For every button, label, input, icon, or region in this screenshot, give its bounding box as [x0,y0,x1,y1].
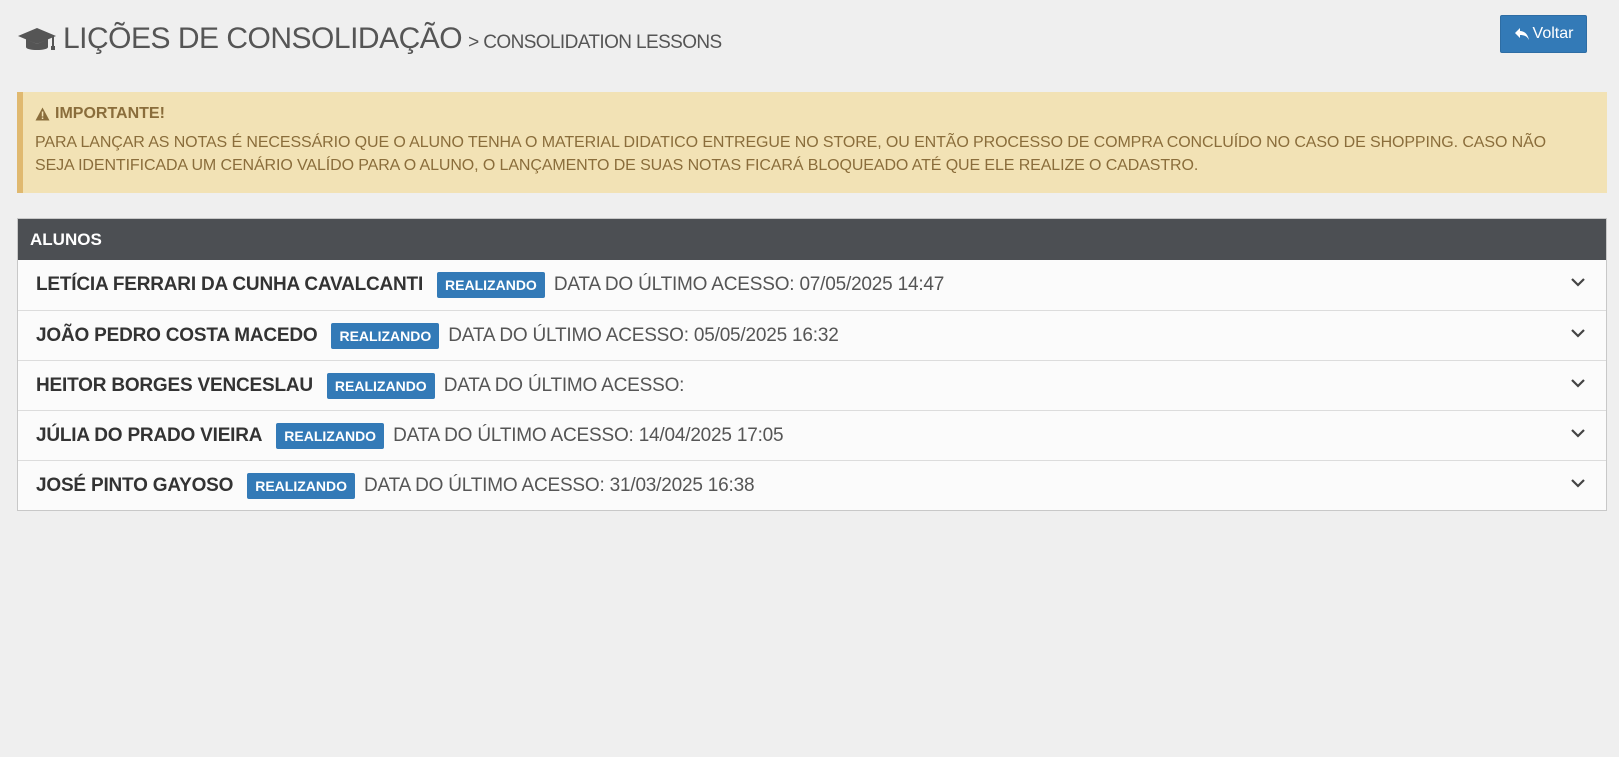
page-title: LIÇÕES DE CONSOLIDAÇÃO [63,22,463,55]
warning-icon [35,107,50,121]
student-row[interactable]: JOSÉ PINTO GAYOSO REALIZANDO DATA DO ÚLT… [18,460,1606,510]
status-badge: REALIZANDO [437,272,545,298]
reply-arrow-icon [1514,28,1529,40]
student-row[interactable]: HEITOR BORGES VENCESLAU REALIZANDO DATA … [18,360,1606,410]
students-panel-heading: ALUNOS [18,219,1606,260]
student-row[interactable]: JOÃO PEDRO COSTA MACEDO REALIZANDO DATA … [18,310,1606,360]
chevron-down-icon[interactable] [1570,327,1586,339]
chevron-down-icon[interactable] [1570,276,1586,288]
alert-message: PARA LANÇAR AS NOTAS É NECESSÁRIO QUE O … [35,134,1547,174]
alert-title-row: IMPORTANTE! [35,103,1589,125]
last-access-text: DATA DO ÚLTIMO ACESSO: 07/05/2025 14:47 [553,274,945,295]
student-name: HEITOR BORGES VENCESLAU [36,374,313,396]
chevron-down-icon[interactable] [1570,477,1586,489]
alert-title: IMPORTANTE! [55,105,165,122]
page-title-group: LIÇÕES DE CONSOLIDAÇÃO > CONSOLIDATION L… [17,22,722,56]
last-access-text: DATA DO ÚLTIMO ACESSO: 31/03/2025 16:38 [364,474,755,496]
important-alert: IMPORTANTE! PARA LANÇAR AS NOTAS É NECES… [17,92,1607,193]
chevron-down-icon[interactable] [1570,377,1586,389]
student-name: LETÍCIA FERRARI DA CUNHA CAVALCANTI [36,274,424,295]
status-badge: REALIZANDO [247,472,356,499]
student-row[interactable]: JÚLIA DO PRADO VIEIRA REALIZANDO DATA DO… [18,410,1606,460]
last-access-text: DATA DO ÚLTIMO ACESSO: [443,374,685,396]
page-header: LIÇÕES DE CONSOLIDAÇÃO > CONSOLIDATION L… [17,0,1602,92]
student-name: JOÃO PEDRO COSTA MACEDO [36,324,318,346]
status-badge: REALIZANDO [276,422,385,449]
students-list: LETÍCIA FERRARI DA CUNHA CAVALCANTI REAL… [18,260,1606,510]
student-row[interactable]: LETÍCIA FERRARI DA CUNHA CAVALCANTI REAL… [18,260,1606,310]
graduation-cap-icon [18,28,56,50]
last-access-text: DATA DO ÚLTIMO ACESSO: 14/04/2025 17:05 [393,424,784,446]
chevron-down-icon[interactable] [1570,427,1586,439]
last-access-text: DATA DO ÚLTIMO ACESSO: 05/05/2025 16:32 [448,324,839,346]
students-panel: ALUNOS LETÍCIA FERRARI DA CUNHA CAVALCAN… [17,218,1607,511]
back-button[interactable]: Voltar [1500,15,1587,53]
status-badge: REALIZANDO [331,322,440,349]
page: LIÇÕES DE CONSOLIDAÇÃO > CONSOLIDATION L… [0,0,1619,757]
student-name: JÚLIA DO PRADO VIEIRA [36,424,263,446]
back-button-label: Voltar [1532,25,1574,42]
status-badge: REALIZANDO [326,372,435,399]
page-subtitle: > CONSOLIDATION LESSONS [468,32,722,53]
student-name: JOSÉ PINTO GAYOSO [36,474,234,496]
